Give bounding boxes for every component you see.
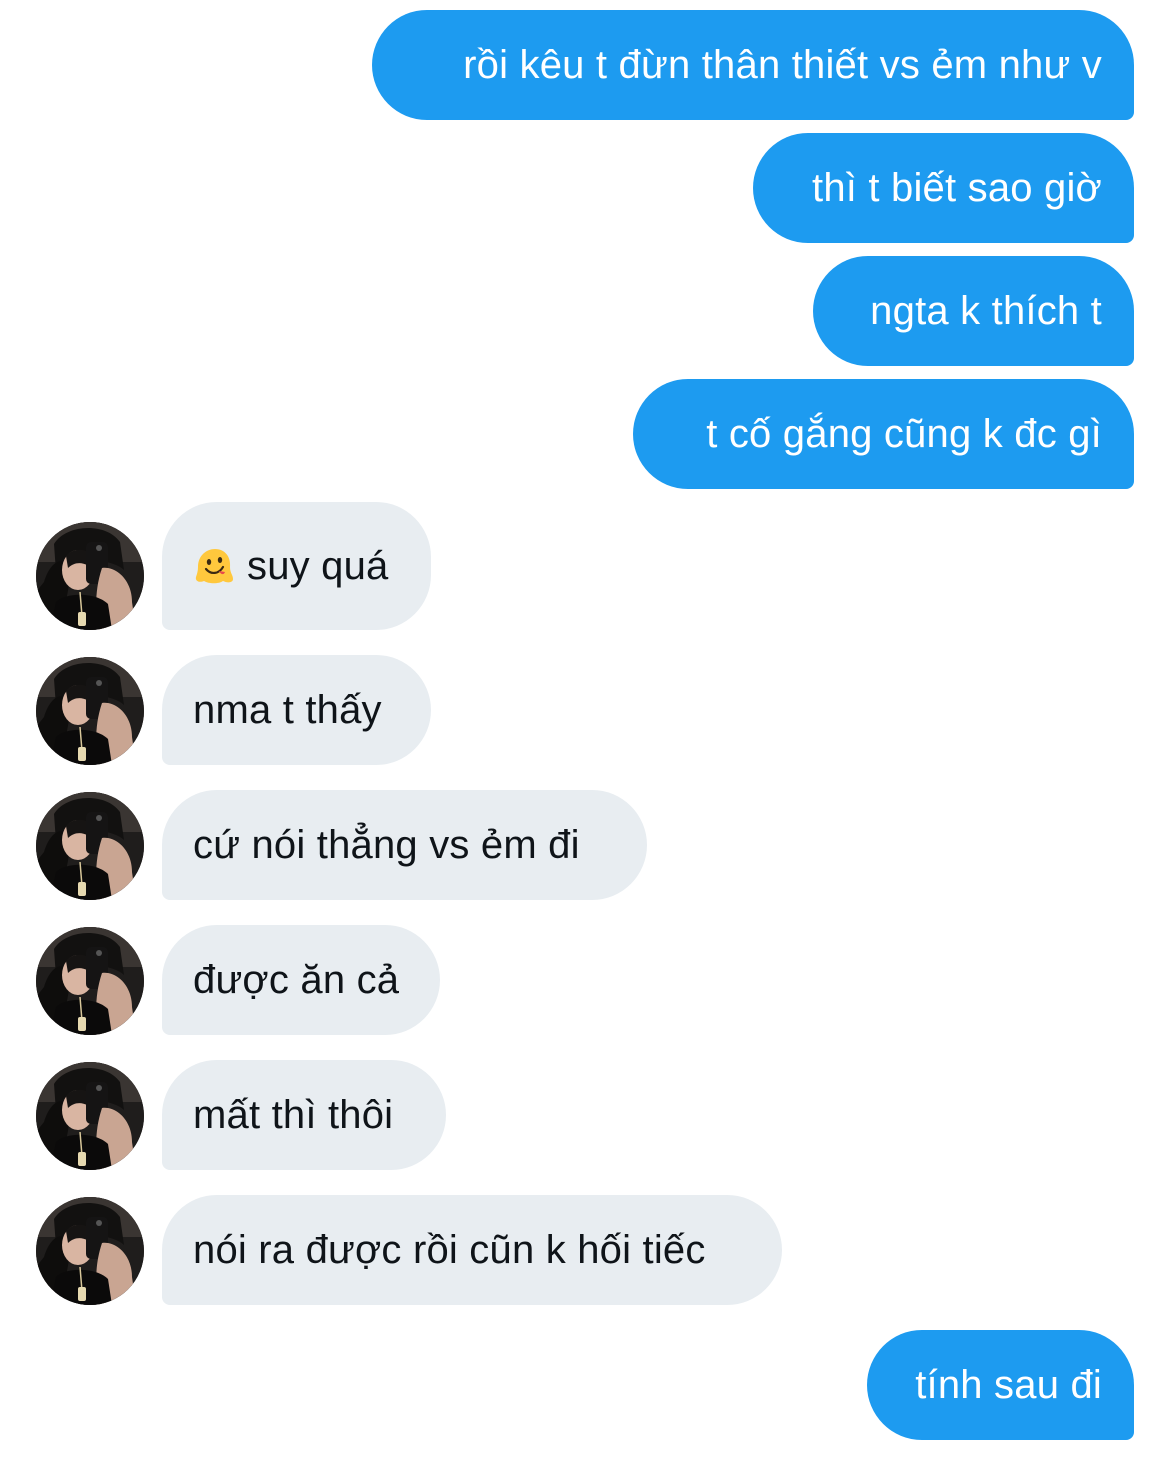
message-text: t cố gắng cũng k đc gì [706, 412, 1102, 456]
received-message-bubble[interactable]: được ăn cả [162, 925, 440, 1035]
sent-message-bubble[interactable]: rồi kêu t đừn thân thiết vs ẻm như v [372, 10, 1134, 120]
sender-avatar[interactable] [36, 1197, 144, 1305]
sent-message-bubble[interactable]: t cố gắng cũng k đc gì [633, 379, 1134, 489]
message-text: nói ra được rồi cũn k hối tiếc [193, 1228, 706, 1272]
message-text: cứ nói thẳng vs ẻm đi [193, 823, 580, 867]
sent-message-bubble[interactable]: tính sau đi [867, 1330, 1134, 1440]
received-message-bubble[interactable]: nói ra được rồi cũn k hối tiếc [162, 1195, 782, 1305]
sender-avatar[interactable] [36, 927, 144, 1035]
melting-face-emoji-icon [193, 545, 235, 587]
message-text: mất thì thôi [193, 1093, 394, 1137]
received-message-bubble[interactable]: cứ nói thẳng vs ẻm đi [162, 790, 647, 900]
conversation-thread: rồi kêu t đừn thân thiết vs ẻm như v thì… [0, 0, 1170, 1470]
sent-message-bubble[interactable]: ngta k thích t [813, 256, 1134, 366]
sender-avatar[interactable] [36, 792, 144, 900]
sender-avatar[interactable] [36, 522, 144, 630]
sent-message-bubble[interactable]: thì t biết sao giờ [753, 133, 1134, 243]
avatar-photo [36, 1062, 144, 1170]
message-text: được ăn cả [193, 958, 400, 1002]
message-text: ngta k thích t [870, 289, 1102, 333]
message-text: nma t thấy [193, 688, 382, 732]
message-text: suy quá [247, 544, 389, 588]
avatar-photo [36, 657, 144, 765]
received-message-bubble[interactable]: nma t thấy [162, 655, 431, 765]
message-text: thì t biết sao giờ [812, 166, 1102, 210]
received-message-bubble[interactable]: mất thì thôi [162, 1060, 446, 1170]
sender-avatar[interactable] [36, 1062, 144, 1170]
avatar-photo [36, 792, 144, 900]
sender-avatar[interactable] [36, 657, 144, 765]
received-message-bubble[interactable]: suy quá [162, 502, 431, 630]
avatar-photo [36, 1197, 144, 1305]
avatar-photo [36, 927, 144, 1035]
message-text: tính sau đi [915, 1363, 1102, 1407]
avatar-photo [36, 522, 144, 630]
message-text: rồi kêu t đừn thân thiết vs ẻm như v [463, 43, 1102, 87]
